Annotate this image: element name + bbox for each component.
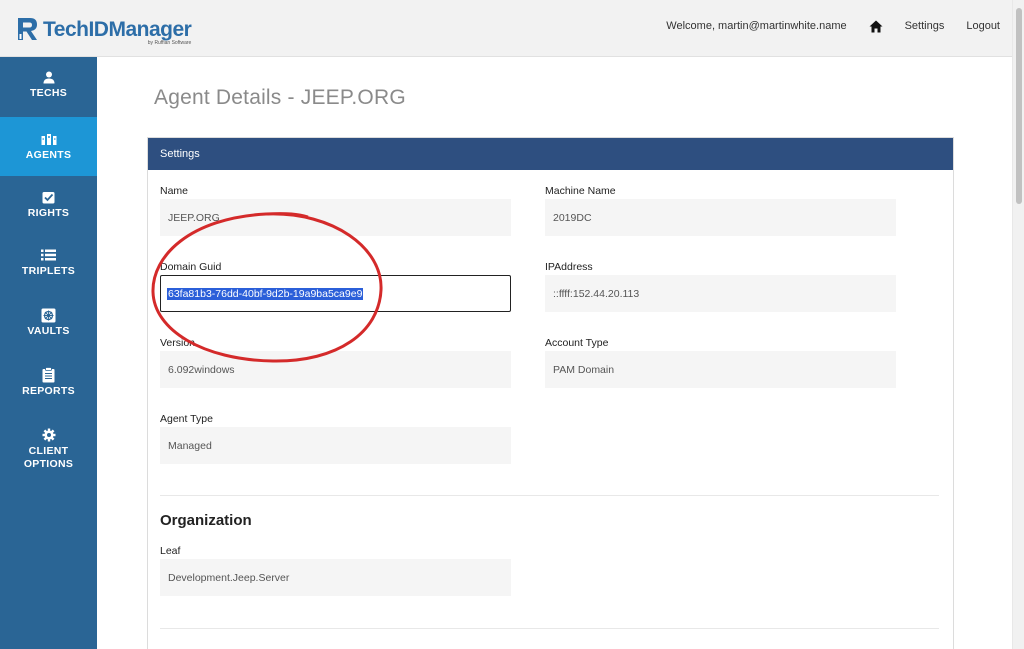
sidebar: TECHS AGENTS RIGHTS TRIPLETS VAULTS REPO… — [0, 57, 97, 649]
sidebar-item-vaults[interactable]: VAULTS — [0, 308, 97, 337]
vault-icon — [41, 308, 56, 322]
ip-address-label: IPAddress — [545, 261, 593, 273]
version-field[interactable]: 6.092windows — [160, 351, 511, 388]
top-nav: Welcome, martin@martinwhite.name Setting… — [666, 0, 1000, 52]
page-title: Agent Details - JEEP.ORG — [154, 86, 406, 109]
list-icon — [41, 248, 56, 262]
name-label: Name — [160, 185, 189, 197]
user-icon — [43, 70, 55, 84]
machine-name-field[interactable]: 2019DC — [545, 199, 896, 236]
settings-link[interactable]: Settings — [905, 20, 945, 32]
top-bar: TechIDManager by Ruffian Software Welcom… — [0, 0, 1012, 57]
logo-subtitle: by Ruffian Software — [147, 39, 192, 46]
name-field[interactable]: JEEP.ORG — [160, 199, 511, 236]
checkbox-icon — [42, 190, 56, 204]
sidebar-item-rights[interactable]: RIGHTS — [0, 190, 97, 219]
organization-title: Organization — [160, 512, 252, 529]
logout-link[interactable]: Logout — [966, 20, 1000, 32]
sidebar-item-triplets[interactable]: TRIPLETS — [0, 248, 97, 277]
page-scrollbar[interactable] — [1012, 0, 1024, 649]
sidebar-item-agents[interactable]: AGENTS — [0, 117, 97, 176]
logo-mark-icon — [16, 16, 40, 42]
gear-icon — [42, 428, 56, 442]
account-type-label: Account Type — [545, 337, 609, 349]
sidebar-item-techs[interactable]: TECHS — [0, 70, 97, 99]
scrollbar-thumb[interactable] — [1016, 8, 1022, 204]
logo-text: TechIDManager by Ruffian Software — [43, 17, 192, 46]
agents-icon — [41, 132, 57, 146]
settings-panel-header: Settings — [148, 138, 953, 170]
sidebar-item-reports[interactable]: REPORTS — [0, 367, 97, 397]
ip-address-field[interactable]: ::ffff:152.44.20.113 — [545, 275, 896, 312]
section-divider — [160, 495, 939, 496]
agent-type-field[interactable]: Managed — [160, 427, 511, 464]
domain-guid-label: Domain Guid — [160, 261, 222, 273]
domain-guid-selected-text: 63fa81b3-76dd-40bf-9d2b-19a9ba5ca9e9 — [167, 287, 364, 300]
leaf-field[interactable]: Development.Jeep.Server — [160, 559, 511, 596]
domain-guid-field[interactable]: 63fa81b3-76dd-40bf-9d2b-19a9ba5ca9e9 — [160, 275, 511, 312]
clipboard-icon — [42, 367, 55, 383]
version-label: Version — [160, 337, 196, 349]
app-logo[interactable]: TechIDManager by Ruffian Software — [16, 14, 192, 46]
section-divider-bottom — [160, 628, 939, 629]
machine-name-label: Machine Name — [545, 185, 616, 197]
account-type-field[interactable]: PAM Domain — [545, 351, 896, 388]
sidebar-item-client-options[interactable]: CLIENT OPTIONS — [0, 428, 97, 471]
home-icon[interactable] — [869, 20, 883, 33]
welcome-text: Welcome, martin@martinwhite.name — [666, 20, 847, 32]
leaf-label: Leaf — [160, 545, 181, 557]
agent-type-label: Agent Type — [160, 413, 213, 425]
